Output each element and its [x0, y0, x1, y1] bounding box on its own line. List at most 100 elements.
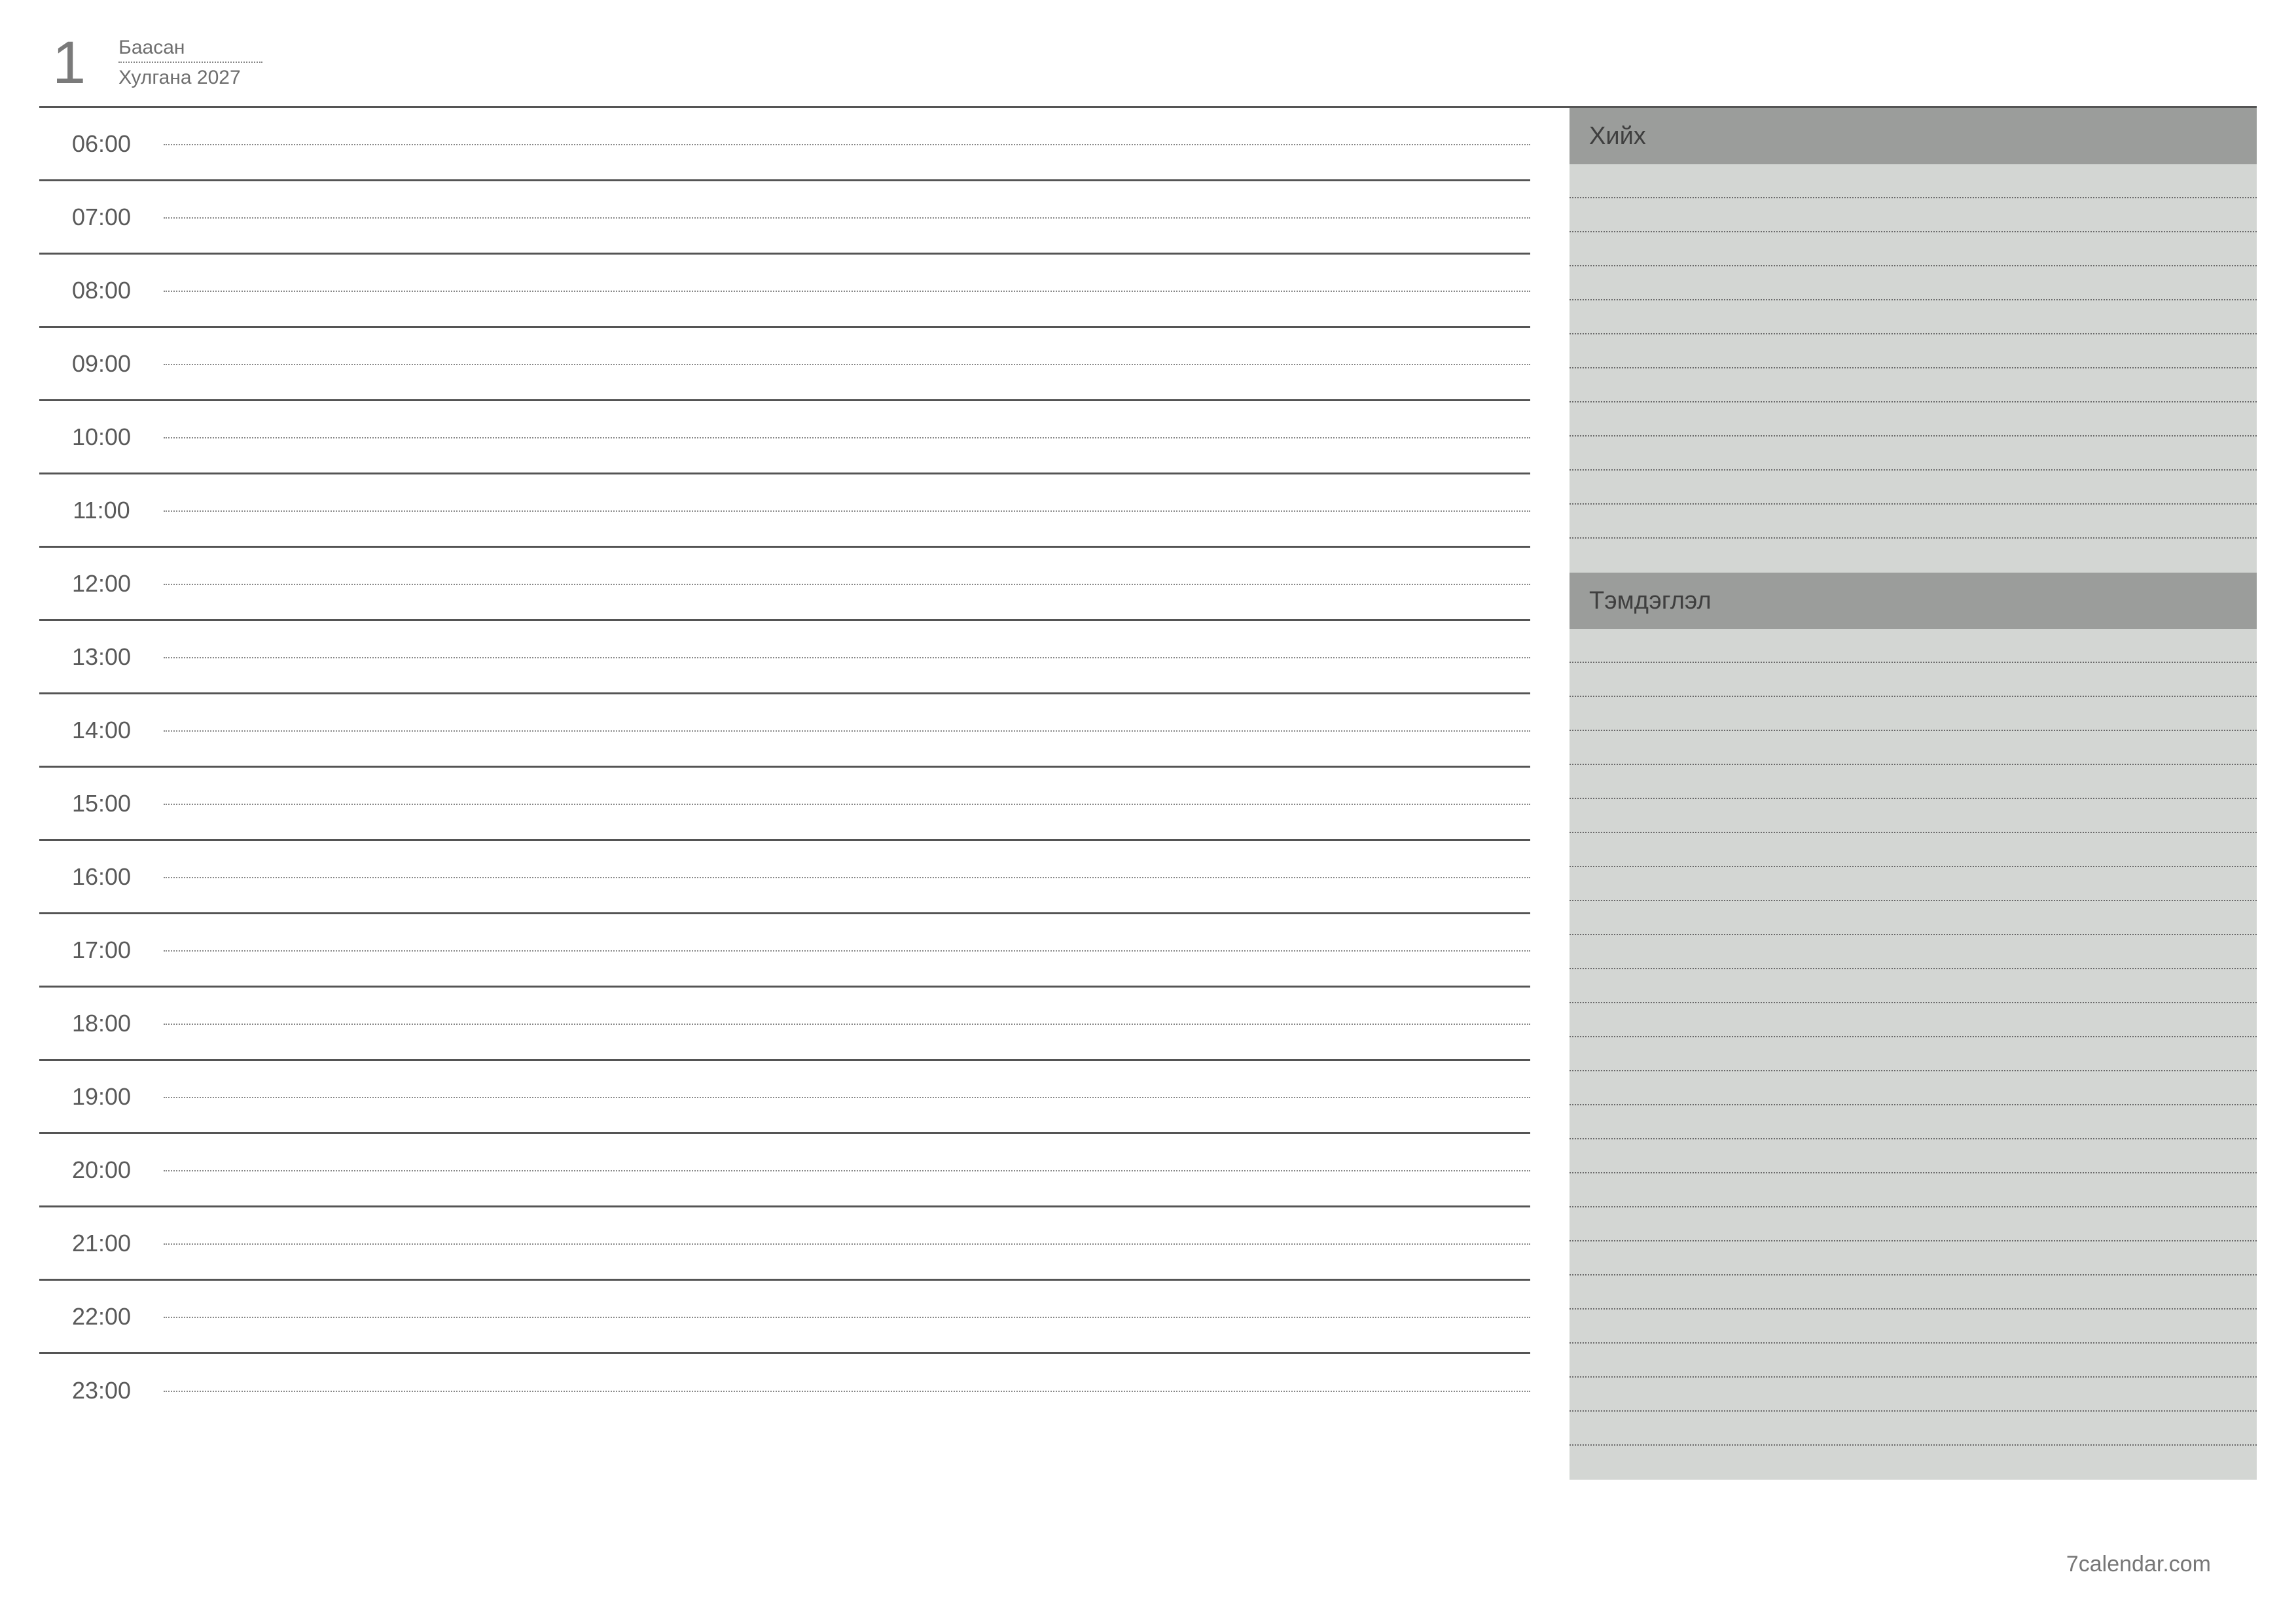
- todo-line: [1570, 471, 2257, 505]
- hour-row: 20:00: [39, 1134, 1530, 1207]
- hour-writing-line: [164, 1354, 1530, 1427]
- hour-writing-line: [164, 841, 1530, 912]
- notes-line: [1570, 731, 2257, 765]
- hour-writing-line: [164, 181, 1530, 253]
- notes-line: [1570, 1446, 2257, 1480]
- hour-writing-line: [164, 401, 1530, 473]
- side-column: Хийх Тэмдэглэл: [1570, 108, 2257, 1480]
- todo-line: [1570, 232, 2257, 266]
- hour-label: 22:00: [39, 1303, 164, 1330]
- todo-line: [1570, 334, 2257, 368]
- hour-row: 19:00: [39, 1061, 1530, 1134]
- hour-row: 08:00: [39, 255, 1530, 328]
- hour-writing-line: [164, 548, 1530, 619]
- month-year-label: Хулгана 2027: [118, 67, 262, 89]
- notes-line: [1570, 799, 2257, 833]
- hour-label: 16:00: [39, 863, 164, 891]
- notes-line: [1570, 1412, 2257, 1446]
- notes-line: [1570, 833, 2257, 867]
- hour-label: 13:00: [39, 643, 164, 671]
- footer-credit: 7calendar.com: [2066, 1552, 2211, 1577]
- todo-line: [1570, 437, 2257, 471]
- notes-line: [1570, 1037, 2257, 1071]
- notes-line: [1570, 1344, 2257, 1378]
- notes-line: [1570, 969, 2257, 1003]
- todo-line: [1570, 198, 2257, 232]
- header: 1 Баасан Хулгана 2027: [39, 33, 2257, 93]
- hour-writing-line: [164, 768, 1530, 839]
- hour-label: 20:00: [39, 1156, 164, 1184]
- hour-row: 15:00: [39, 768, 1530, 841]
- notes-line: [1570, 1378, 2257, 1412]
- hour-writing-line: [164, 621, 1530, 692]
- weekday-label: Баасан: [118, 37, 185, 59]
- hour-writing-line: [164, 255, 1530, 326]
- hour-label: 12:00: [39, 570, 164, 597]
- hour-writing-line: [164, 328, 1530, 399]
- todo-line: [1570, 300, 2257, 334]
- todo-line: [1570, 539, 2257, 573]
- hour-row: 09:00: [39, 328, 1530, 401]
- hour-writing-line: [164, 914, 1530, 986]
- hour-row: 07:00: [39, 181, 1530, 255]
- todo-box: Хийх: [1570, 108, 2257, 573]
- hour-row: 23:00: [39, 1354, 1530, 1427]
- hour-label: 07:00: [39, 204, 164, 231]
- hour-row: 13:00: [39, 621, 1530, 694]
- planner-page: 1 Баасан Хулгана 2027 06:00 07:00 08:00 09:…: [39, 33, 2257, 1590]
- hour-writing-line: [164, 1207, 1530, 1279]
- hour-label: 08:00: [39, 277, 164, 304]
- notes-line: [1570, 1105, 2257, 1139]
- hour-label: 21:00: [39, 1230, 164, 1257]
- hour-label: 15:00: [39, 790, 164, 817]
- notes-line: [1570, 1139, 2257, 1173]
- hour-writing-line: [164, 1281, 1530, 1352]
- hour-row: 18:00: [39, 988, 1530, 1061]
- hour-label: 06:00: [39, 130, 164, 158]
- todo-line: [1570, 505, 2257, 539]
- day-number: 1: [52, 33, 86, 93]
- content: 06:00 07:00 08:00 09:00 10:00 11:00 12:00 13:00…: [39, 106, 2257, 1480]
- hour-row: 21:00: [39, 1207, 1530, 1281]
- hour-writing-line: [164, 108, 1530, 179]
- hour-writing-line: [164, 474, 1530, 546]
- notes-line: [1570, 1071, 2257, 1105]
- notes-line: [1570, 935, 2257, 969]
- hour-label: 09:00: [39, 350, 164, 378]
- notes-line: [1570, 1310, 2257, 1344]
- notes-line: [1570, 1275, 2257, 1310]
- hour-label: 10:00: [39, 423, 164, 451]
- notes-box: Тэмдэглэл: [1570, 573, 2257, 1480]
- day-meta: Баасан Хулгана 2027: [118, 33, 262, 89]
- hour-row: 11:00: [39, 474, 1530, 548]
- notes-line: [1570, 663, 2257, 697]
- hour-writing-line: [164, 988, 1530, 1059]
- hour-writing-line: [164, 694, 1530, 766]
- notes-line: [1570, 867, 2257, 901]
- todo-lines: [1570, 164, 2257, 573]
- todo-line: [1570, 164, 2257, 198]
- hour-row: 12:00: [39, 548, 1530, 621]
- todo-line: [1570, 402, 2257, 437]
- todo-line: [1570, 368, 2257, 402]
- notes-line: [1570, 1207, 2257, 1241]
- notes-line: [1570, 629, 2257, 663]
- hour-writing-line: [164, 1061, 1530, 1132]
- hour-row: 22:00: [39, 1281, 1530, 1354]
- todo-header: Хийх: [1570, 108, 2257, 164]
- hour-label: 14:00: [39, 717, 164, 744]
- hour-row: 06:00: [39, 108, 1530, 181]
- hour-row: 14:00: [39, 694, 1530, 768]
- hour-row: 17:00: [39, 914, 1530, 988]
- hour-label: 17:00: [39, 936, 164, 964]
- notes-line: [1570, 765, 2257, 799]
- schedule-column: 06:00 07:00 08:00 09:00 10:00 11:00 12:00 13:00…: [39, 108, 1530, 1480]
- notes-line: [1570, 1003, 2257, 1037]
- notes-line: [1570, 697, 2257, 731]
- todo-line: [1570, 266, 2257, 300]
- notes-line: [1570, 1241, 2257, 1275]
- hour-label: 23:00: [39, 1377, 164, 1404]
- hour-label: 11:00: [39, 497, 164, 524]
- hour-row: 16:00: [39, 841, 1530, 914]
- hour-writing-line: [164, 1134, 1530, 1205]
